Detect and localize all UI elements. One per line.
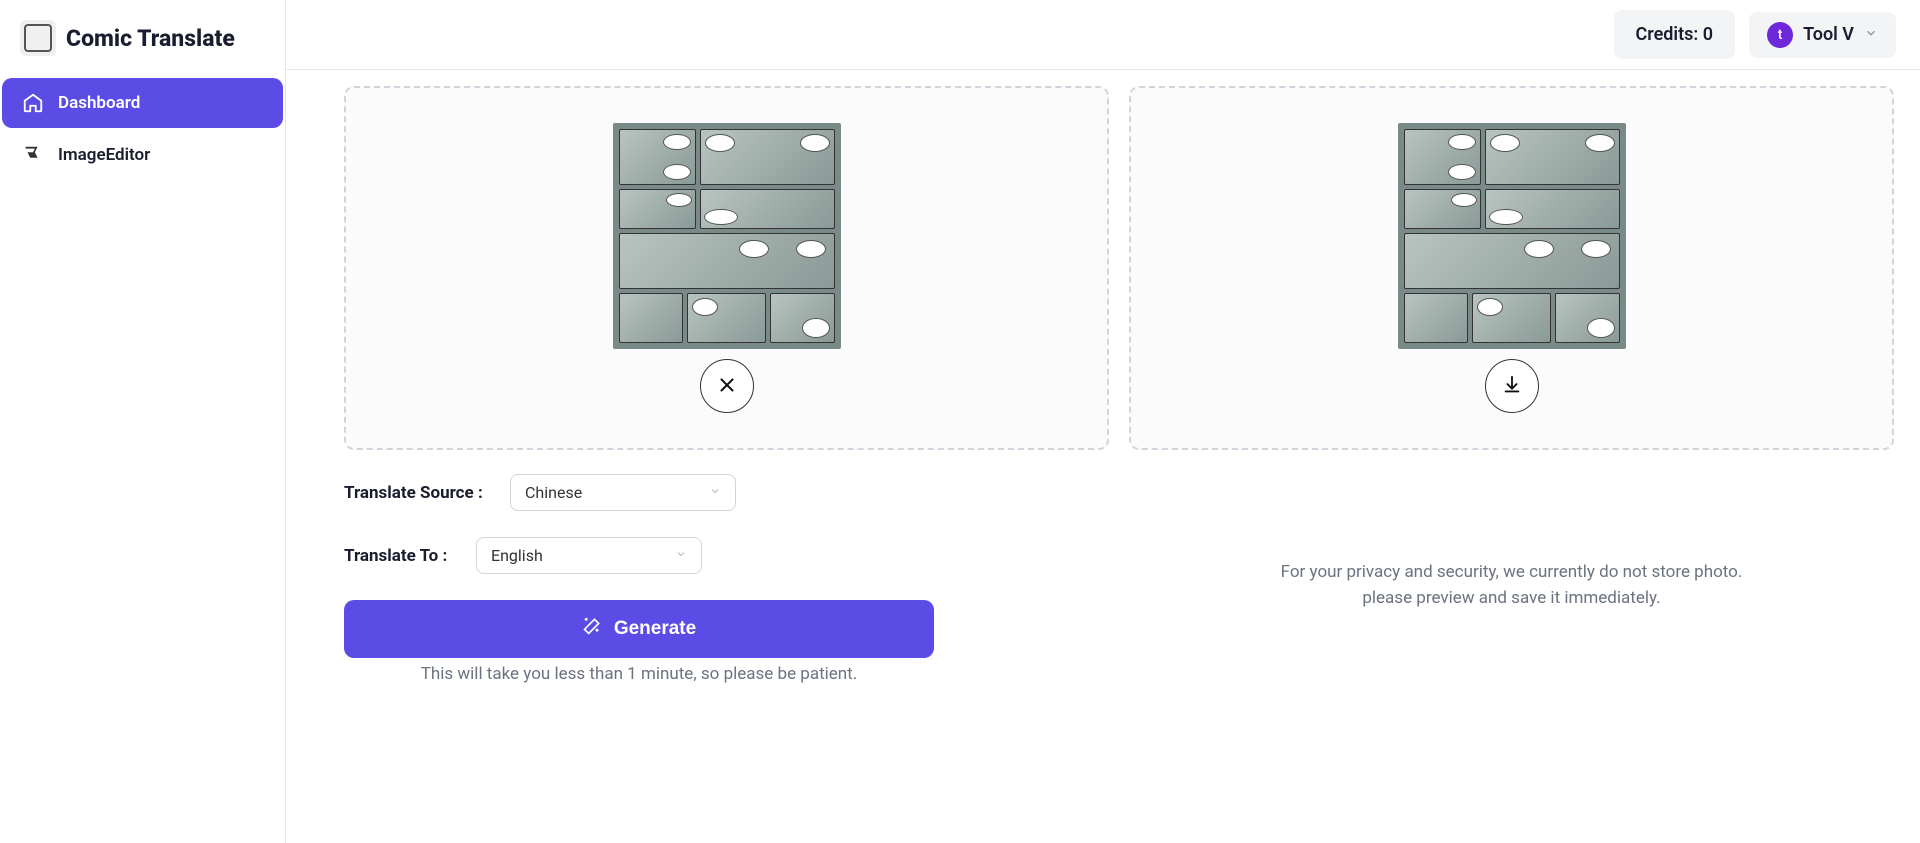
sidebar-item-dashboard[interactable]: Dashboard (2, 78, 283, 128)
remove-image-button[interactable] (700, 359, 754, 413)
download-button[interactable] (1485, 359, 1539, 413)
brand: Comic Translate (0, 8, 285, 76)
image-editor-icon (22, 144, 44, 166)
result-thumbnail (1398, 123, 1626, 349)
target-language-select[interactable]: English (476, 537, 702, 574)
select-value: Chinese (525, 483, 582, 502)
select-value: English (491, 546, 543, 565)
privacy-line: please preview and save it immediately. (1129, 586, 1894, 612)
generate-subnote: This will take you less than 1 minute, s… (344, 664, 934, 684)
controls: Translate Source : Chinese Translate To … (344, 474, 934, 684)
brand-title: Comic Translate (66, 25, 235, 52)
sidebar-item-imageeditor[interactable]: ImageEditor (2, 130, 283, 180)
sidebar-nav: Dashboard ImageEditor (0, 78, 285, 180)
credits-badge[interactable]: Credits: 0 (1614, 10, 1736, 59)
brand-logo (20, 20, 56, 56)
chevron-down-icon (675, 548, 687, 563)
close-icon (716, 374, 738, 399)
download-icon (1501, 374, 1523, 399)
result-panel (1129, 86, 1894, 450)
user-label: Tool V (1803, 24, 1854, 45)
main: Credits: 0 t Tool V (286, 0, 1920, 843)
sidebar: Comic Translate Dashboard ImageEditor (0, 0, 286, 843)
magic-wand-icon (582, 616, 602, 642)
sidebar-item-label: ImageEditor (58, 145, 150, 165)
generate-label: Generate (614, 618, 696, 640)
topbar: Credits: 0 t Tool V (286, 0, 1920, 70)
source-language-select[interactable]: Chinese (510, 474, 736, 511)
home-icon (22, 92, 44, 114)
target-language-label: Translate To : (344, 546, 476, 566)
source-thumbnail (613, 123, 841, 349)
source-dropzone[interactable] (344, 86, 1109, 450)
chevron-down-icon (1864, 24, 1878, 45)
privacy-line: For your privacy and security, we curren… (1129, 560, 1894, 586)
user-menu[interactable]: t Tool V (1749, 12, 1896, 58)
chevron-down-icon (709, 485, 721, 500)
avatar: t (1767, 22, 1793, 48)
sidebar-item-label: Dashboard (58, 93, 140, 113)
content: Translate Source : Chinese Translate To … (286, 70, 1920, 843)
generate-button[interactable]: Generate (344, 600, 934, 658)
source-language-label: Translate Source : (344, 483, 510, 503)
privacy-note: For your privacy and security, we curren… (1129, 560, 1894, 611)
